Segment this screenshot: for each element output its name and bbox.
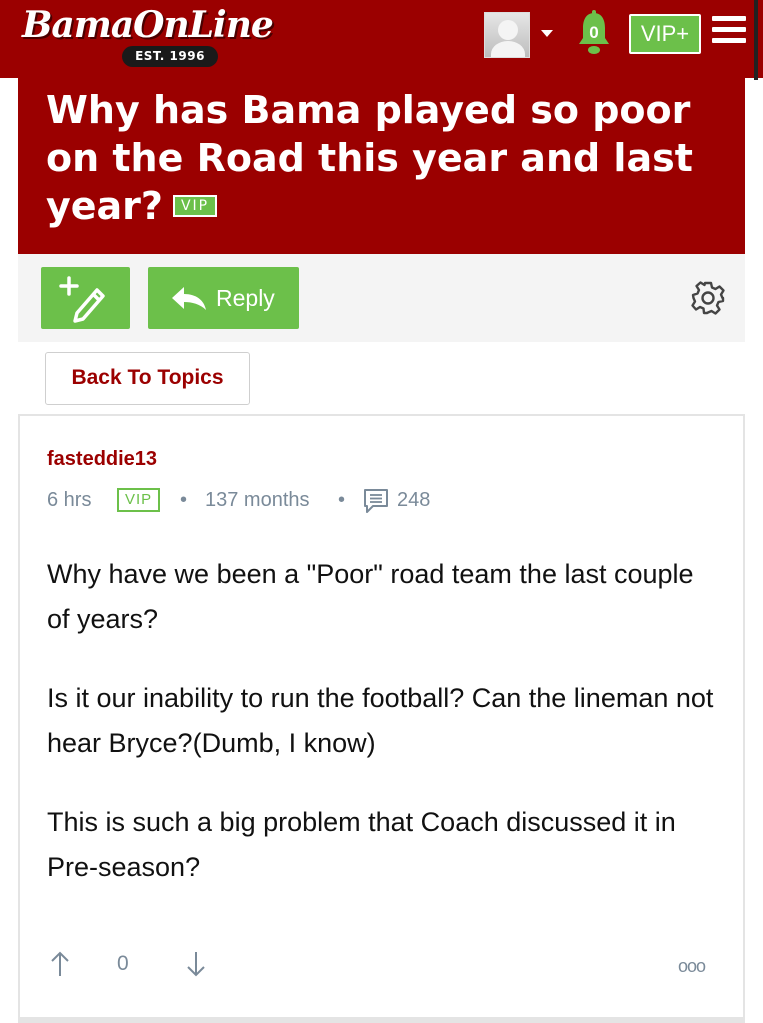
new-post-icon: [59, 276, 105, 323]
post-author-link[interactable]: fasteddie13: [47, 448, 157, 471]
meta-separator: •: [338, 489, 346, 511]
new-post-button[interactable]: [41, 267, 130, 329]
hamburger-menu-icon[interactable]: [712, 16, 746, 48]
downvote-arrow-icon[interactable]: [186, 950, 206, 978]
post-paragraph: Is it our inability to run the football?…: [47, 683, 714, 758]
post-card: fasteddie13 6 hrs VIP • 137 months • 248…: [18, 414, 745, 1023]
vote-count: 0: [117, 952, 129, 975]
post-meta: 6 hrs VIP • 137 months • 248: [47, 486, 647, 514]
author-post-count: 248: [397, 489, 431, 511]
reply-arrow-icon: [172, 287, 206, 310]
chevron-down-icon[interactable]: [541, 30, 553, 37]
user-avatar[interactable]: [484, 12, 530, 58]
meta-separator: •: [180, 489, 188, 511]
top-navigation-bar: BamaOnLine EST. 1996 0 VIP+: [0, 0, 763, 78]
thread-title-text: Why has Bama played so poor on the Road …: [46, 88, 693, 228]
scrollbar[interactable]: [754, 0, 758, 80]
gear-icon[interactable]: [690, 280, 726, 316]
thread-toolbar: Reply: [18, 254, 745, 342]
comment-icon: [364, 489, 388, 513]
author-vip-badge: VIP: [117, 488, 161, 512]
more-options-icon[interactable]: ooo: [678, 956, 706, 977]
thread-title-block: Why has Bama played so poor on the Road …: [18, 78, 745, 254]
vote-bar: 0 ooo: [50, 948, 720, 982]
post-paragraph: This is such a big problem that Coach di…: [47, 807, 676, 882]
logo-established-badge: EST. 1996: [122, 46, 218, 67]
reply-button[interactable]: Reply: [148, 267, 299, 329]
page-title: Why has Bama played so poor on the Road …: [46, 86, 726, 230]
post-body: Why have we been a "Poor" road team the …: [47, 552, 717, 924]
notification-count: 0: [589, 23, 599, 42]
post-paragraph: Why have we been a "Poor" road team the …: [47, 559, 694, 634]
upvote-arrow-icon[interactable]: [50, 950, 70, 978]
member-age: 137 months: [205, 489, 310, 511]
post-time: 6 hrs: [47, 489, 92, 511]
vip-plus-button[interactable]: VIP+: [629, 14, 701, 54]
back-to-topics-button[interactable]: Back To Topics: [45, 352, 250, 405]
reply-button-label: Reply: [216, 285, 275, 311]
post-divider: [18, 1017, 745, 1023]
site-logo[interactable]: BamaOnLine: [22, 4, 274, 46]
title-vip-badge: VIP: [172, 194, 218, 217]
